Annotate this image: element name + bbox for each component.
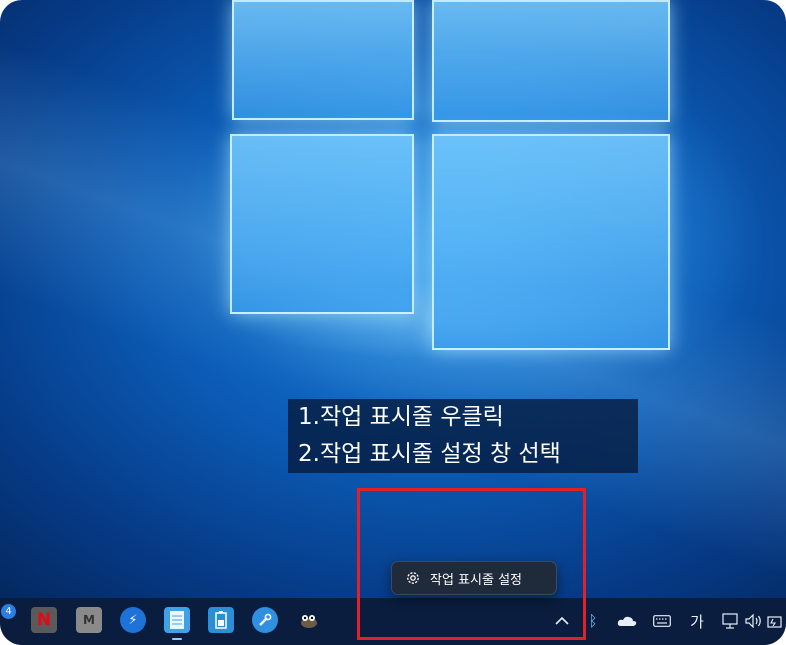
bluetooth-icon[interactable]: ᛒ: [584, 611, 602, 631]
wallpaper-logo-pane-bottom-left: [230, 134, 414, 314]
desktop: 1.작업 표시줄 우클릭 2.작업 표시줄 설정 창 선택 작업 표시줄 설정 …: [0, 0, 786, 645]
notepad-active-indicator: [172, 638, 182, 640]
onedrive-cloud-icon[interactable]: [616, 611, 638, 631]
notepad-icon[interactable]: [164, 607, 190, 633]
m-app-icon[interactable]: M: [76, 607, 102, 633]
instruction-line-2: 2.작업 표시줄 설정 창 선택: [298, 441, 561, 467]
volume-icon[interactable]: [744, 611, 764, 631]
instruction-line-1: 1.작업 표시줄 우클릭: [298, 404, 504, 430]
notification-badge: 4: [1, 604, 16, 619]
wallpaper-logo-pane-top-left: [232, 0, 414, 120]
wallpaper-logo-pane-bottom-right: [432, 134, 670, 350]
instruction-caption: 1.작업 표시줄 우클릭 2.작업 표시줄 설정 창 선택: [288, 399, 638, 473]
netflix-icon[interactable]: N: [31, 607, 57, 633]
highlight-box: [357, 488, 586, 640]
keyboard-icon[interactable]: [651, 611, 673, 631]
wrench-app-icon[interactable]: [252, 607, 278, 633]
gimp-icon[interactable]: [296, 607, 322, 633]
ime-indicator[interactable]: 가: [686, 611, 708, 631]
lightning-app-icon[interactable]: ⚡: [120, 607, 146, 633]
battery-icon[interactable]: [766, 611, 784, 631]
wallpaper-logo-pane-top-right: [432, 0, 670, 122]
network-icon[interactable]: [720, 611, 740, 631]
battery-app-icon[interactable]: [208, 607, 234, 633]
